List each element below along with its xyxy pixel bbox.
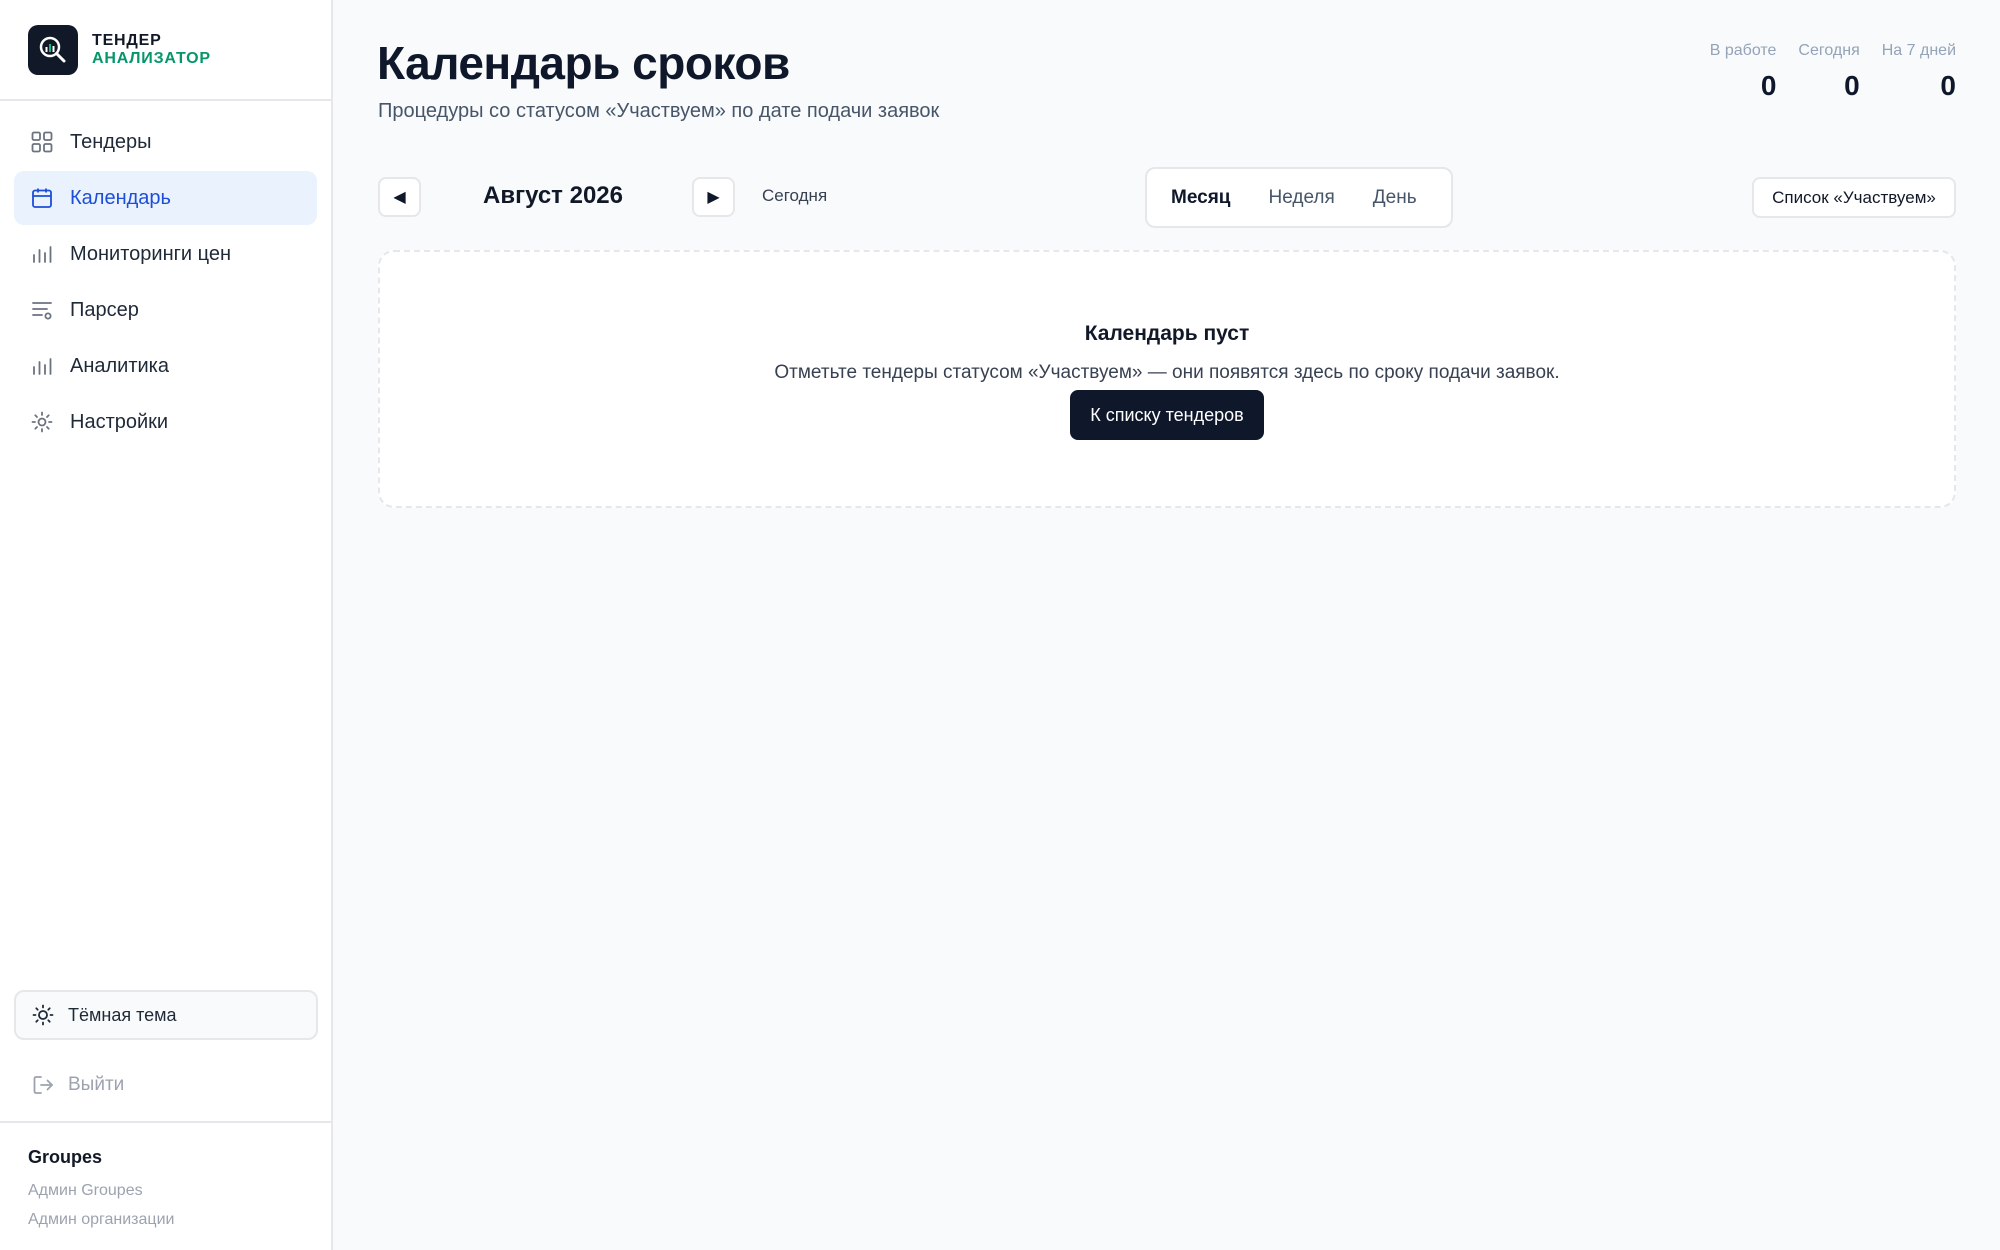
bar-chart-icon	[30, 242, 54, 266]
stat-value: 0	[1760, 70, 1777, 101]
sidebar-item-calendar[interactable]: Календарь	[14, 171, 317, 225]
calendar-icon	[30, 186, 54, 210]
current-month-label: Август 2026	[483, 182, 623, 209]
sidebar: ТЕНДЕР АНАЛИЗАТОР Тендеры Календарь Мони…	[0, 0, 333, 1250]
stat-in-progress: В работе 0	[1710, 42, 1777, 102]
page-subtitle: Процедуры со статусом «Участвуем» по дат…	[378, 100, 940, 122]
stat-label: На 7 дней	[1881, 42, 1956, 59]
logo-icon	[28, 24, 78, 75]
go-to-tenders-button[interactable]: К списку тендеров	[1070, 390, 1264, 440]
sidebar-item-label: Мониторинги цен	[70, 242, 232, 265]
sidebar-item-price-monitoring[interactable]: Мониторинги цен	[14, 227, 317, 281]
sidebar-item-label: Календарь	[70, 186, 171, 209]
stat-value: 0	[1940, 70, 1956, 101]
org-role: Админ организации	[28, 1211, 175, 1228]
sidebar-item-settings[interactable]: Настройки	[14, 395, 317, 449]
participating-list-button[interactable]: Список «Участвуем»	[1752, 177, 1956, 218]
theme-toggle-button[interactable]: Тёмная тема	[14, 990, 318, 1040]
sidebar-item-label: Тендеры	[70, 130, 152, 153]
stat-value: 0	[1844, 70, 1860, 101]
brand[interactable]: ТЕНДЕР АНАЛИЗАТОР	[0, 0, 331, 101]
view-switcher: Месяц Неделя День	[1145, 167, 1453, 228]
next-month-button[interactable]: ▶	[692, 177, 735, 217]
grid-icon	[30, 130, 54, 154]
empty-state-card: Календарь пуст Отметьте тендеры статусом…	[378, 250, 1956, 508]
org-role: Админ Groupes	[28, 1182, 143, 1199]
today-button[interactable]: Сегодня	[762, 186, 827, 206]
main-content: Календарь сроков Процедуры со статусом «…	[333, 0, 2000, 1250]
sidebar-item-label: Аналитика	[70, 354, 169, 377]
sidebar-item-analytics[interactable]: Аналитика	[14, 339, 317, 393]
app-root: ТЕНДЕР АНАЛИЗАТОР Тендеры Календарь Мони…	[0, 0, 2000, 1250]
stats-summary: В работе 0 Сегодня 0 На 7 дней 0	[1710, 42, 1956, 102]
stat-label: Сегодня	[1798, 42, 1860, 59]
brand-line-2: АНАЛИЗАТОР	[92, 49, 211, 67]
empty-state-text: Отметьте тендеры статусом «Участвуем» — …	[774, 362, 1560, 383]
brand-line-1: ТЕНДЕР	[92, 31, 162, 49]
tab-month[interactable]: Месяц	[1157, 179, 1244, 217]
stat-next-7-days: На 7 дней 0	[1882, 42, 1956, 102]
sidebar-nav: Тендеры Календарь Мониторинги цен Парсер…	[0, 101, 331, 451]
sun-icon	[32, 1004, 54, 1026]
theme-toggle-label: Тёмная тема	[68, 1004, 177, 1025]
sidebar-item-label: Парсер	[70, 298, 139, 321]
org-name: Groupes	[28, 1147, 103, 1167]
tab-week[interactable]: Неделя	[1254, 179, 1348, 217]
logout-label: Выйти	[68, 1074, 125, 1095]
stat-today: Сегодня 0	[1798, 42, 1859, 102]
sidebar-item-label: Настройки	[70, 410, 169, 433]
sidebar-item-parser[interactable]: Парсер	[14, 283, 317, 337]
page-title: Календарь сроков	[377, 37, 790, 89]
bar-chart-icon	[30, 354, 54, 378]
gear-icon	[30, 410, 54, 434]
list-filter-icon	[30, 298, 54, 322]
prev-month-button[interactable]: ◀	[378, 177, 421, 217]
org-info: Groupes Админ Groupes Админ организации	[0, 1121, 331, 1250]
logout-icon	[32, 1074, 54, 1096]
sidebar-item-tenders[interactable]: Тендеры	[14, 115, 317, 169]
tab-day[interactable]: День	[1359, 179, 1431, 217]
stat-label: В работе	[1709, 42, 1777, 59]
empty-state-title: Календарь пуст	[1084, 322, 1250, 345]
logout-button[interactable]: Выйти	[14, 1060, 318, 1110]
brand-text: ТЕНДЕР АНАЛИЗАТОР	[92, 32, 211, 68]
